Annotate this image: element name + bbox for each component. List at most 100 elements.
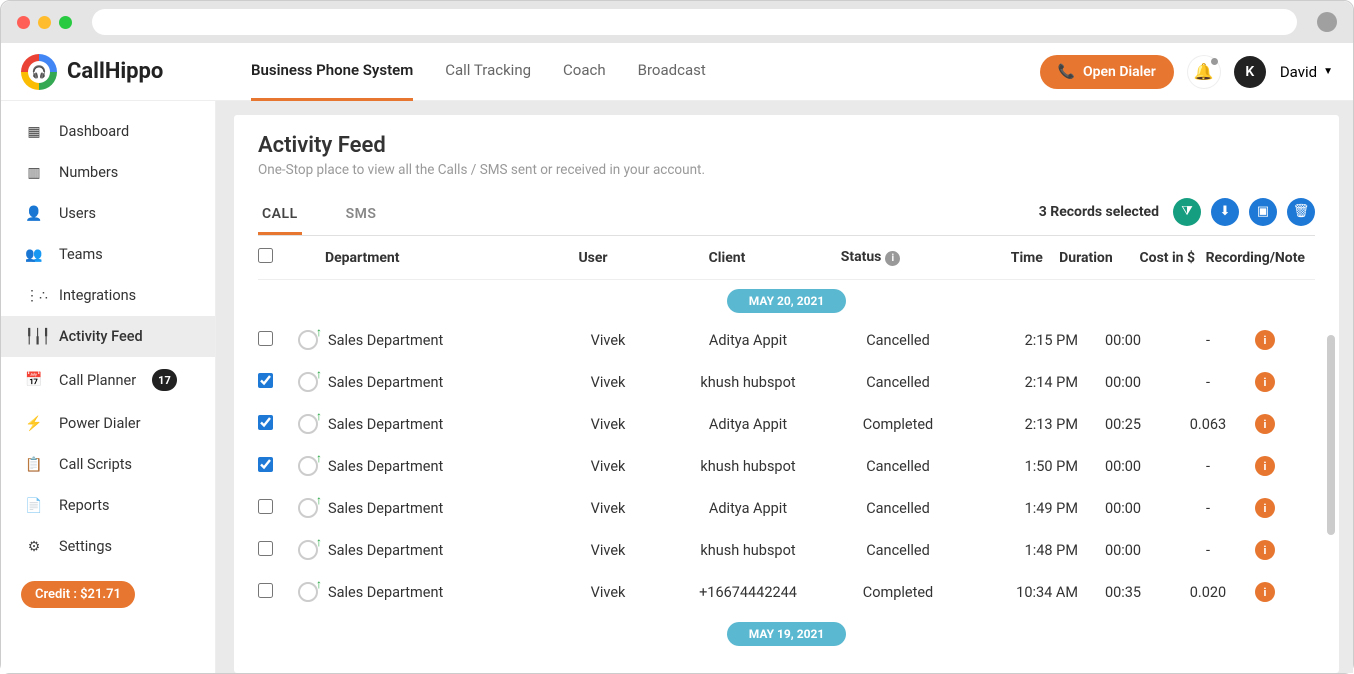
th-duration: Duration bbox=[1043, 250, 1129, 266]
close-window-icon[interactable] bbox=[17, 16, 30, 29]
notification-dot-icon bbox=[1211, 58, 1218, 65]
vertical-scrollbar[interactable] bbox=[1327, 335, 1335, 535]
bell-icon: 🔔 bbox=[1194, 62, 1214, 81]
table-header: Department User Client Statusi Time Dura… bbox=[258, 236, 1315, 280]
outgoing-call-icon: ↑ bbox=[298, 498, 318, 518]
sidebar-item-call-scripts[interactable]: 📋Call Scripts bbox=[1, 444, 215, 485]
profile-chip[interactable] bbox=[1317, 12, 1337, 32]
open-dialer-button[interactable]: 📞 Open Dialer bbox=[1040, 55, 1174, 89]
cell-time: 2:15 PM bbox=[968, 332, 1078, 349]
table-row[interactable]: ↑Sales DepartmentVivek+16674442244Comple… bbox=[258, 571, 1315, 613]
row-checkbox[interactable] bbox=[258, 373, 273, 388]
outgoing-call-icon: ↑ bbox=[298, 372, 318, 392]
cell-cost: - bbox=[1168, 458, 1248, 475]
sidebar-item-dashboard[interactable]: ▦Dashboard bbox=[1, 111, 215, 152]
sidebar-item-call-planner[interactable]: 📅Call Planner17 bbox=[1, 357, 215, 403]
tab-sms[interactable]: SMS bbox=[342, 196, 381, 235]
users-icon: 👤 bbox=[25, 206, 43, 222]
cell-client: khush hubspot bbox=[668, 374, 828, 391]
row-checkbox[interactable] bbox=[258, 331, 273, 346]
row-checkbox[interactable] bbox=[258, 415, 273, 430]
sidebar-item-users[interactable]: 👤 Users bbox=[1, 193, 215, 234]
brand-area[interactable]: CallHippo bbox=[21, 54, 231, 90]
sidebar-item-label: Integrations bbox=[59, 287, 136, 304]
nav-coach[interactable]: Coach bbox=[563, 42, 606, 101]
row-checkbox[interactable] bbox=[258, 499, 273, 514]
sidebar-item-teams[interactable]: 👥Teams bbox=[1, 234, 215, 275]
cell-cost: - bbox=[1168, 332, 1248, 349]
cell-department: Sales Department bbox=[328, 416, 548, 433]
activity-icon: ╿╽╿ bbox=[25, 329, 43, 345]
row-checkbox[interactable] bbox=[258, 583, 273, 598]
row-info-button[interactable]: i bbox=[1255, 330, 1275, 350]
row-info-button[interactable]: i bbox=[1255, 372, 1275, 392]
cell-duration: 00:00 bbox=[1078, 458, 1168, 475]
cell-user: Vivek bbox=[548, 458, 668, 475]
row-checkbox[interactable] bbox=[258, 541, 273, 556]
sidebar-item-numbers[interactable]: ▥Numbers bbox=[1, 152, 215, 193]
row-info-button[interactable]: i bbox=[1255, 498, 1275, 518]
sidebar-item-settings[interactable]: ⚙Settings bbox=[1, 526, 215, 567]
row-info-button[interactable]: i bbox=[1255, 456, 1275, 476]
avatar[interactable]: K bbox=[1234, 56, 1266, 88]
cell-duration: 00:00 bbox=[1078, 542, 1168, 559]
cell-department: Sales Department bbox=[328, 374, 548, 391]
sidebar-item-reports[interactable]: 📄Reports bbox=[1, 485, 215, 526]
info-icon[interactable]: i bbox=[885, 251, 900, 266]
nav-call-tracking[interactable]: Call Tracking bbox=[445, 42, 531, 101]
integrations-icon: ⋮∴ bbox=[25, 288, 43, 304]
planner-icon: 📅 bbox=[25, 372, 43, 388]
settings-icon: ⚙ bbox=[25, 539, 43, 555]
row-info-button[interactable]: i bbox=[1255, 414, 1275, 434]
notifications-button[interactable]: 🔔 bbox=[1188, 56, 1220, 88]
credit-button[interactable]: Credit : $21.71 bbox=[21, 581, 135, 608]
sidebar-item-activity-feed[interactable]: ╿╽╿ Activity Feed bbox=[1, 316, 215, 357]
select-all-checkbox[interactable] bbox=[258, 248, 273, 263]
cell-status: Completed bbox=[828, 416, 968, 433]
row-checkbox[interactable] bbox=[258, 457, 273, 472]
cell-duration: 00:00 bbox=[1078, 374, 1168, 391]
url-bar[interactable] bbox=[92, 9, 1297, 35]
cell-cost: 0.063 bbox=[1168, 416, 1248, 433]
cell-client: Aditya Appit bbox=[668, 416, 828, 433]
th-status: Statusi bbox=[804, 249, 938, 266]
export-button[interactable]: ▣ bbox=[1249, 198, 1277, 226]
table-row[interactable]: ↑Sales DepartmentVivekAditya AppitComple… bbox=[258, 403, 1315, 445]
download-button[interactable]: ⬇ bbox=[1211, 198, 1239, 226]
table-row[interactable]: ↑Sales DepartmentVivekAditya AppitCancel… bbox=[258, 319, 1315, 361]
sidebar-item-label: Activity Feed bbox=[59, 328, 143, 345]
user-menu[interactable]: David ▼ bbox=[1280, 63, 1333, 81]
minimize-window-icon[interactable] bbox=[38, 16, 51, 29]
cell-duration: 00:00 bbox=[1078, 332, 1168, 349]
trash-icon: 🗑 bbox=[1293, 204, 1310, 219]
outgoing-call-icon: ↑ bbox=[298, 582, 318, 602]
nav-broadcast[interactable]: Broadcast bbox=[638, 42, 706, 101]
table-row[interactable]: ↑Sales DepartmentVivekkhush hubspotCance… bbox=[258, 445, 1315, 487]
nav-business-phone-system[interactable]: Business Phone System bbox=[251, 42, 413, 101]
cell-department: Sales Department bbox=[328, 584, 548, 601]
sidebar-item-label: Call Planner bbox=[59, 372, 136, 389]
sidebar-item-label: Users bbox=[59, 205, 96, 222]
scripts-icon: 📋 bbox=[25, 457, 43, 473]
tab-call[interactable]: CALL bbox=[258, 196, 302, 235]
download-icon: ⬇ bbox=[1220, 204, 1231, 219]
th-time: Time bbox=[938, 250, 1043, 266]
row-info-button[interactable]: i bbox=[1255, 582, 1275, 602]
cell-cost: - bbox=[1168, 500, 1248, 517]
table-row[interactable]: ↑Sales DepartmentVivekkhush hubspotCance… bbox=[258, 529, 1315, 571]
cell-client: khush hubspot bbox=[668, 458, 828, 475]
sidebar-item-integrations[interactable]: ⋮∴ Integrations bbox=[1, 275, 215, 316]
filter-button[interactable]: ⧩ bbox=[1173, 198, 1201, 226]
sidebar-item-label: Reports bbox=[59, 497, 110, 514]
row-info-button[interactable]: i bbox=[1255, 540, 1275, 560]
table-row[interactable]: ↑Sales DepartmentVivekkhush hubspotCance… bbox=[258, 361, 1315, 403]
page-title: Activity Feed bbox=[258, 133, 1315, 158]
outgoing-call-icon: ↑ bbox=[298, 414, 318, 434]
table-row[interactable]: ↑Sales DepartmentVivekAditya AppitCancel… bbox=[258, 487, 1315, 529]
filter-icon: ⧩ bbox=[1181, 204, 1193, 219]
sidebar-item-power-dialer[interactable]: ⚡Power Dialer bbox=[1, 403, 215, 444]
maximize-window-icon[interactable] bbox=[59, 16, 72, 29]
th-client: Client bbox=[650, 250, 803, 266]
cell-time: 1:49 PM bbox=[968, 500, 1078, 517]
delete-button[interactable]: 🗑 bbox=[1287, 198, 1315, 226]
